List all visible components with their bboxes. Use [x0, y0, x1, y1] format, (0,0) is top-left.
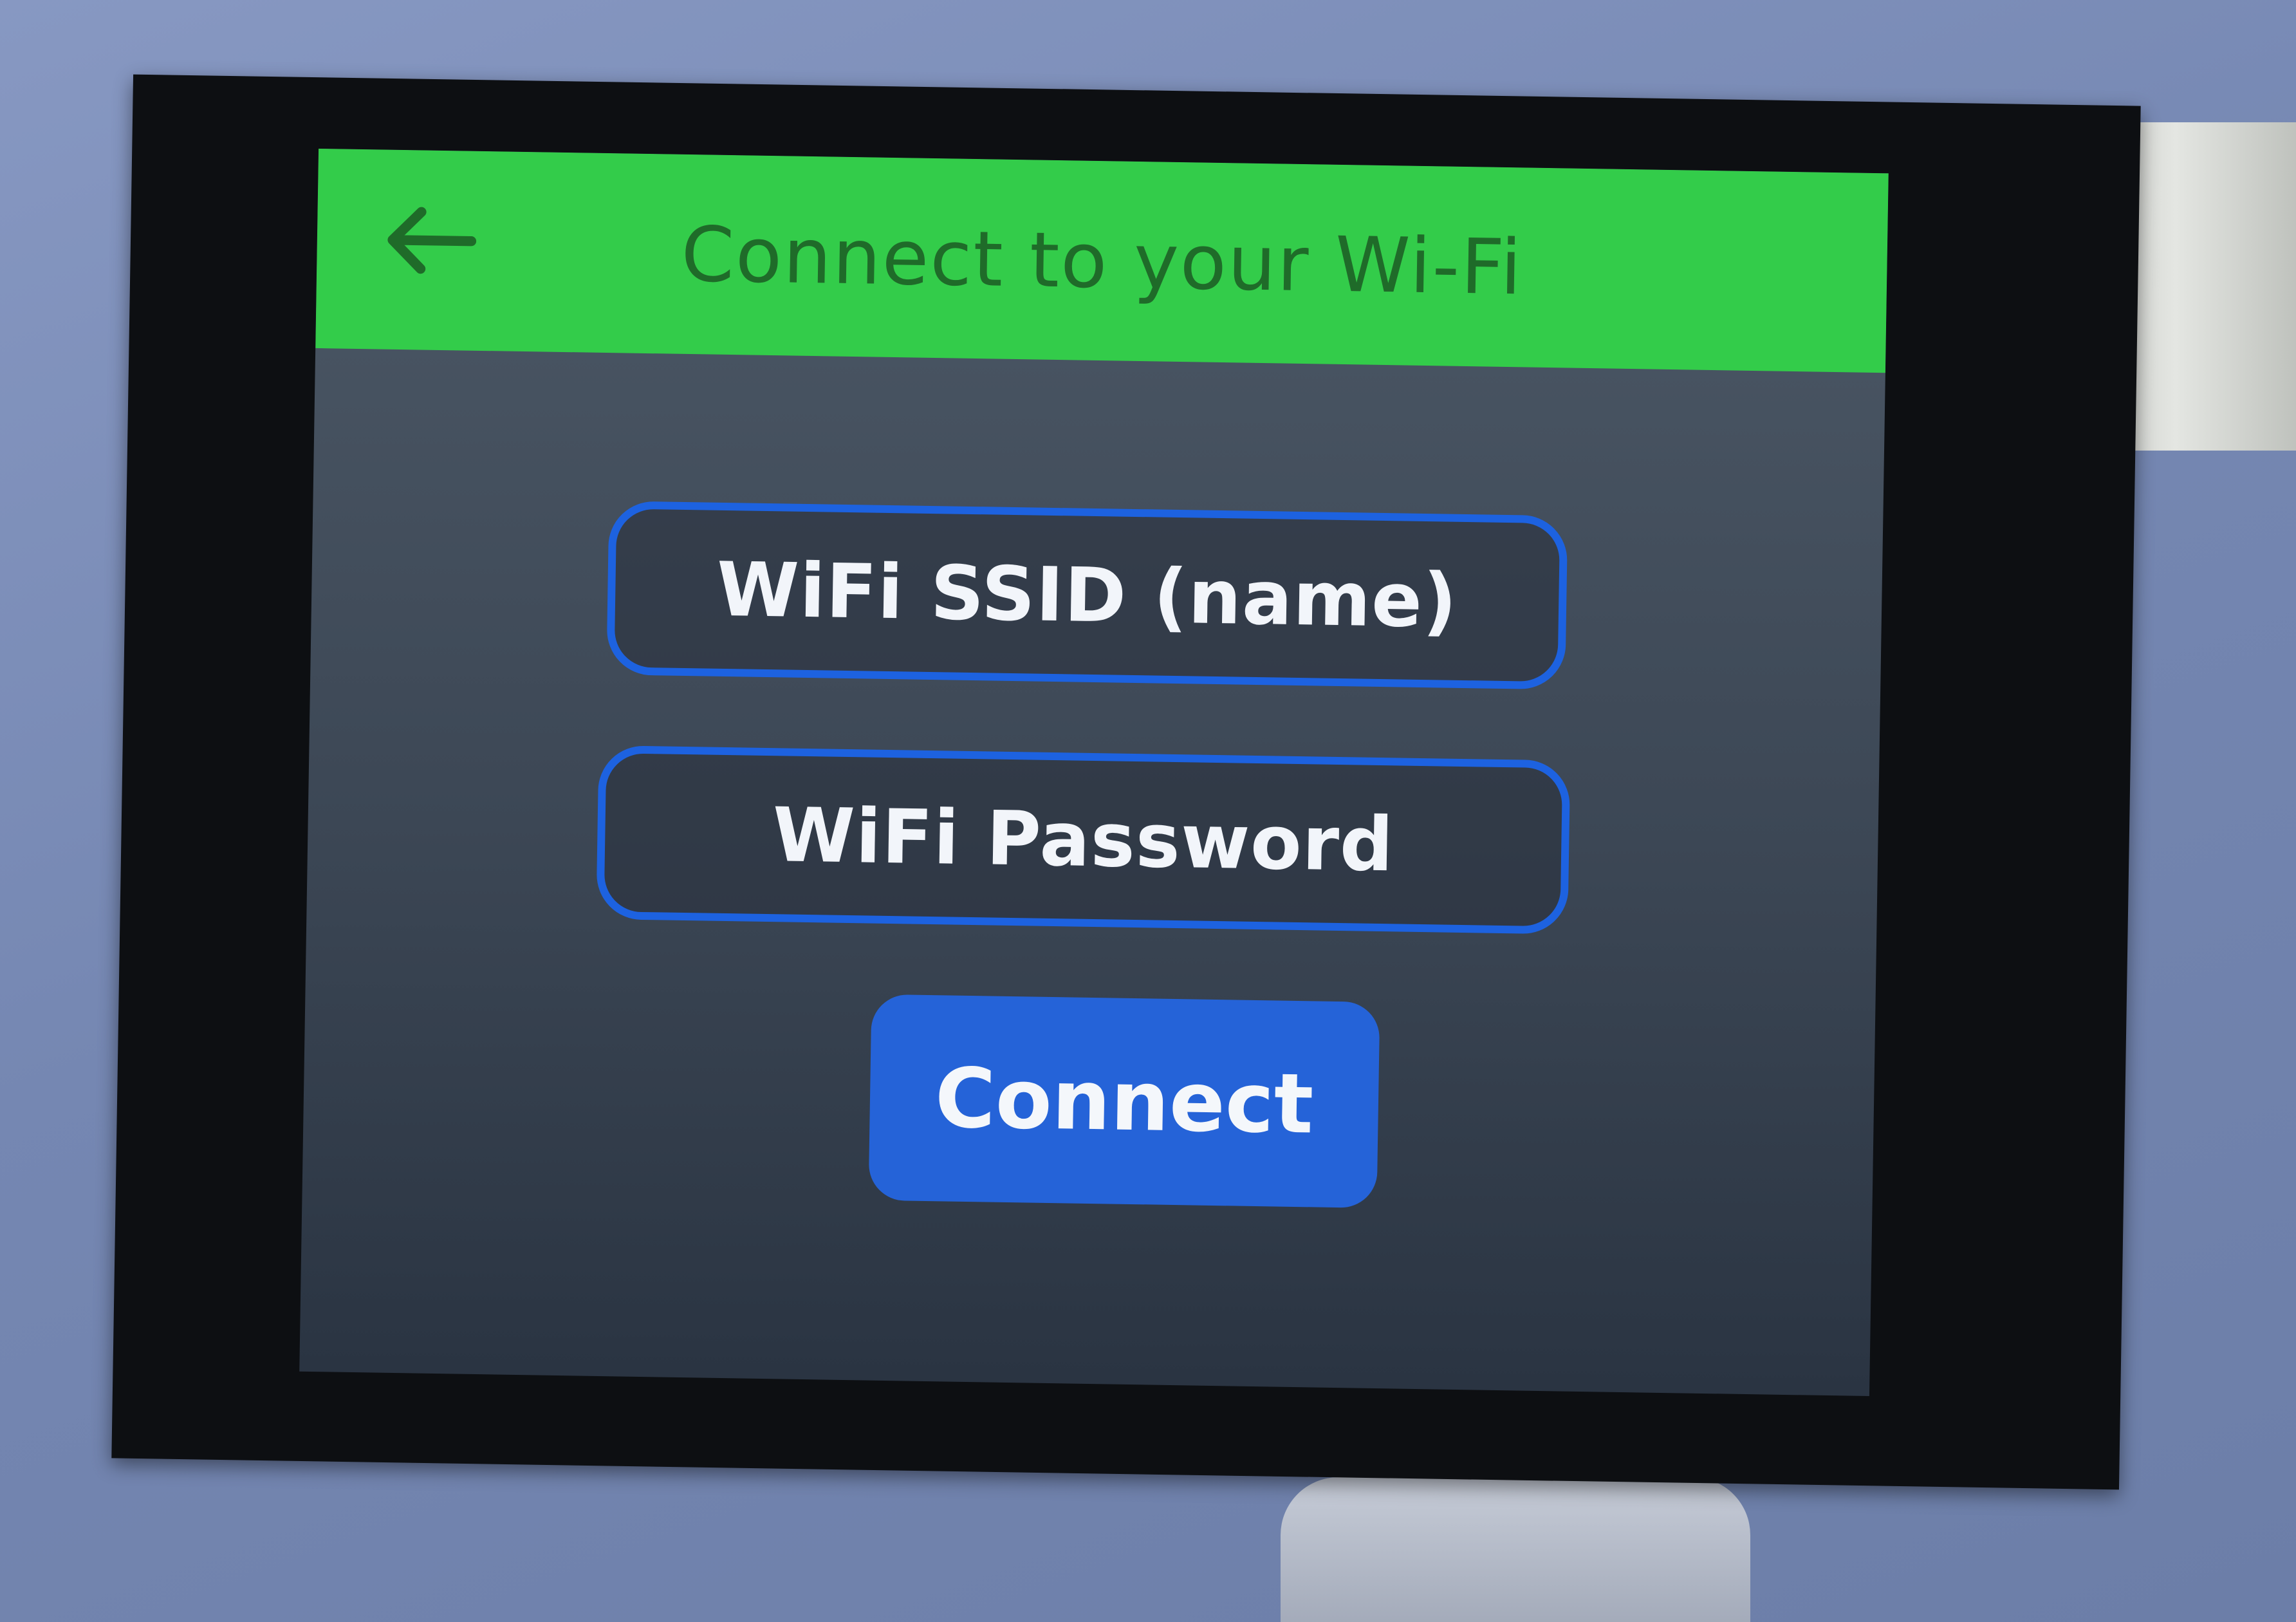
- touch-screen: Connect to your Wi-Fi WiFi SSID (name) W…: [299, 148, 1889, 1397]
- ribbon-cable: [1281, 1477, 1750, 1622]
- header-bar: Connect to your Wi-Fi: [315, 148, 1889, 373]
- page-title: Connect to your Wi-Fi: [680, 209, 1524, 312]
- ssid-placeholder: WiFi SSID (name): [716, 546, 1458, 645]
- connect-button[interactable]: Connect: [868, 994, 1380, 1208]
- connect-button-label: Connect: [934, 1050, 1315, 1152]
- password-placeholder: WiFi Password: [772, 791, 1395, 888]
- ssid-input[interactable]: WiFi SSID (name): [606, 501, 1568, 690]
- password-input[interactable]: WiFi Password: [596, 745, 1571, 935]
